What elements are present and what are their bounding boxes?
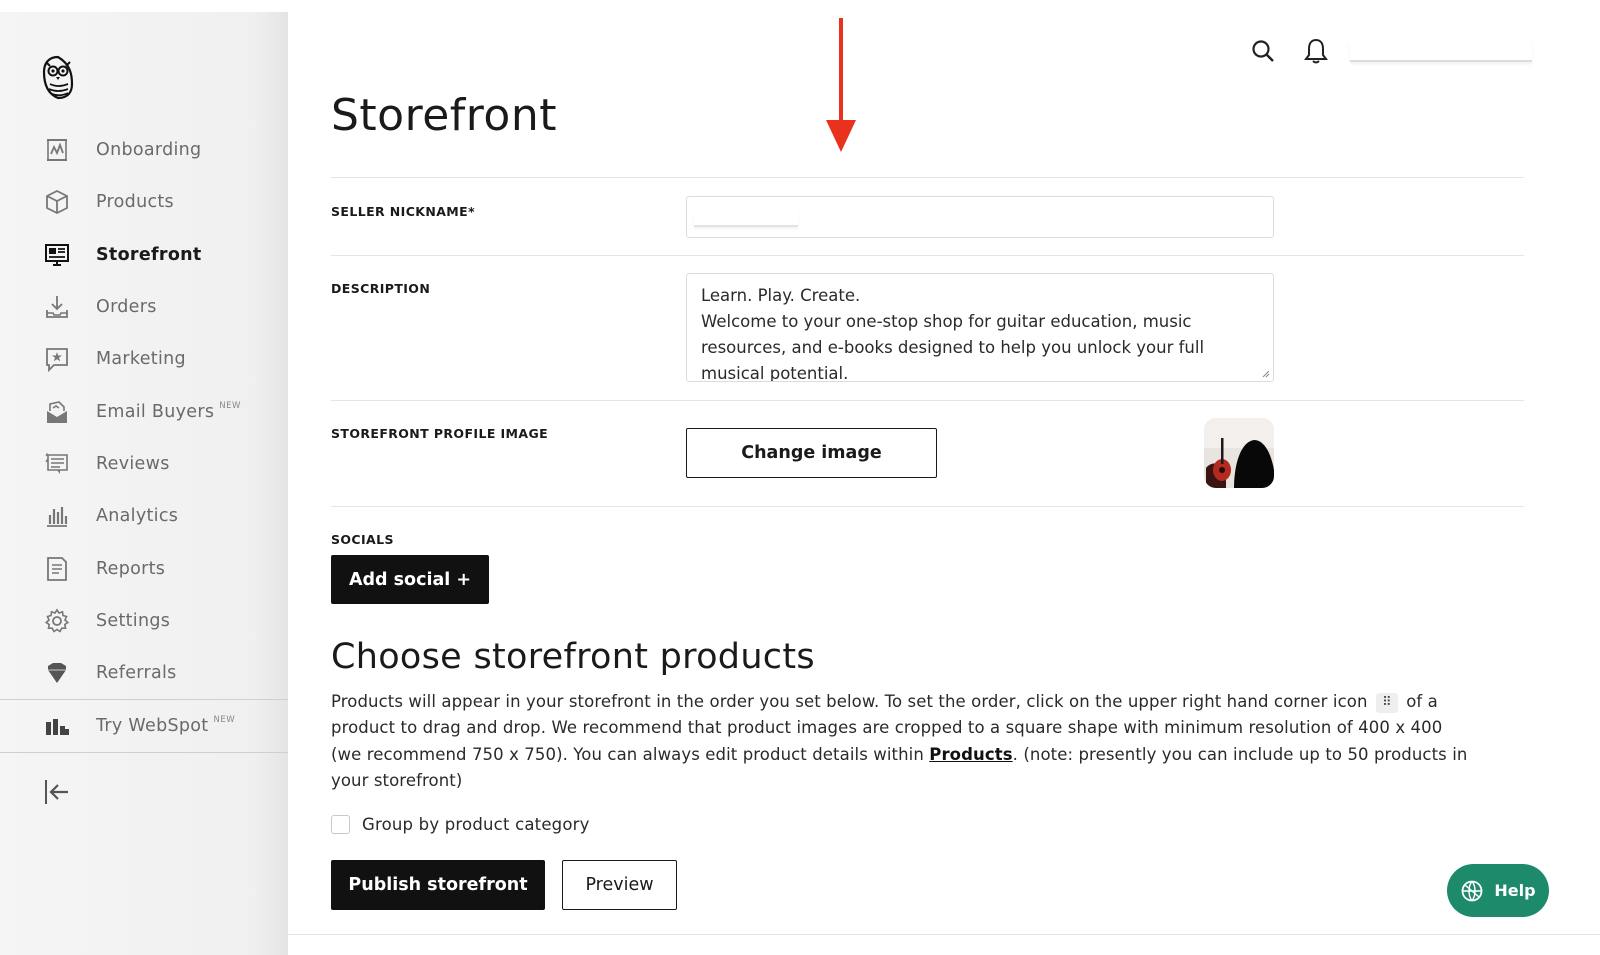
sidebar-item-settings[interactable]: Settings (0, 595, 288, 647)
group-by-category-checkbox[interactable] (331, 815, 350, 834)
publish-storefront-button[interactable]: Publish storefront (331, 860, 545, 910)
add-social-button[interactable]: Add social + (331, 555, 489, 604)
sidebar-item-label: Marketing (96, 349, 186, 370)
chart-board-icon (42, 135, 72, 165)
section-divider (331, 177, 1524, 178)
owl-logo-icon[interactable] (40, 54, 76, 100)
box-icon (42, 187, 72, 217)
sidebar-item-label: Try WebSpot (96, 716, 209, 736)
bar-chart-icon (42, 501, 72, 531)
instruction-text: Products will appear in your storefront … (331, 692, 1368, 711)
help-label: Help (1494, 881, 1536, 900)
resize-handle-icon[interactable] (1262, 370, 1270, 378)
instruction-text: (we recommend 750 x 750). You can always… (331, 744, 924, 764)
email-megaphone-icon (42, 397, 72, 427)
red-arrow-annotation (826, 18, 856, 152)
group-by-category-label: Group by product category (362, 815, 590, 834)
seller-nickname-value (694, 209, 798, 227)
sidebar: Onboarding Products Storefront Orders Ma… (0, 12, 288, 955)
sidebar-item-storefront[interactable]: Storefront (0, 229, 288, 281)
instruction-line: Products will appear in your storefront … (331, 689, 1511, 715)
profile-image-label: STOREFRONT PROFILE IMAGE (331, 426, 549, 441)
instruction-text: of a (1406, 692, 1438, 711)
description-line: Welcome to your one-stop shop for guitar… (701, 312, 1192, 331)
socials-label: SOCIALS (331, 532, 394, 547)
description-label: DESCRIPTION (331, 281, 431, 296)
sidebar-item-label: Analytics (96, 506, 179, 527)
change-image-button[interactable]: Change image (686, 428, 937, 478)
diamond-heart-icon (42, 658, 72, 688)
sidebar-item-email-buyers[interactable]: Email Buyers NEW (0, 385, 288, 437)
webspot-icon (42, 711, 72, 741)
search-icon[interactable] (1250, 38, 1276, 64)
sidebar-divider (0, 752, 288, 753)
sidebar-item-onboarding[interactable]: Onboarding (0, 124, 288, 176)
preview-button[interactable]: Preview (562, 860, 677, 910)
instruction-line: product to drag and drop. We recommend t… (331, 718, 1443, 738)
bell-icon[interactable] (1303, 37, 1329, 65)
sidebar-item-reviews[interactable]: Reviews (0, 438, 288, 490)
sidebar-item-label: Settings (96, 610, 171, 631)
star-chat-icon (42, 344, 72, 374)
gear-icon (42, 606, 72, 636)
sidebar-item-analytics[interactable]: Analytics (0, 490, 288, 542)
choose-products-title: Choose storefront products (331, 637, 815, 677)
bottom-divider (288, 934, 1600, 935)
webspot-row[interactable]: Try WebSpot NEW (0, 700, 288, 752)
group-by-category-row[interactable]: Group by product category (331, 815, 590, 834)
storefront-icon (42, 240, 72, 270)
seller-nickname-label: SELLER NICKNAME* (331, 204, 476, 219)
download-tray-icon (42, 292, 72, 322)
help-globe-icon (1462, 880, 1483, 901)
sidebar-nav: Onboarding Products Storefront Orders Ma… (0, 124, 288, 699)
sidebar-item-referrals[interactable]: Referrals (0, 647, 288, 699)
sidebar-item-label: Referrals (96, 663, 177, 684)
profile-image (1204, 418, 1274, 488)
description-line: musical potential. (701, 364, 849, 382)
new-badge: NEW (213, 715, 236, 725)
instruction-text: . (note: presently you can include up to… (1012, 744, 1468, 764)
description-line: resources, and e-books designed to help … (701, 338, 1205, 357)
sidebar-item-reports[interactable]: Reports (0, 542, 288, 594)
reviews-list-icon (42, 449, 72, 479)
drag-handle-icon: ⠿ (1375, 692, 1398, 713)
sidebar-item-label: Email Buyers (96, 401, 215, 422)
sidebar-item-marketing[interactable]: Marketing (0, 333, 288, 385)
sidebar-item-label: Orders (96, 297, 157, 318)
description-textarea[interactable]: Learn. Play. Create. Welcome to your one… (686, 273, 1274, 382)
instruction-line: your storefront) (331, 770, 463, 790)
section-divider (331, 506, 1524, 507)
sidebar-item-webspot[interactable]: Try WebSpot NEW (0, 700, 288, 752)
document-icon (42, 554, 72, 584)
instruction-line: (we recommend 750 x 750). You can always… (331, 742, 1511, 768)
logout-icon[interactable] (42, 777, 72, 807)
page-title: Storefront (331, 90, 557, 141)
products-instructions: Products will appear in your storefront … (331, 689, 1511, 794)
sidebar-item-label: Storefront (96, 244, 202, 265)
seller-nickname-input[interactable] (686, 196, 1274, 238)
section-divider (331, 255, 1524, 256)
sidebar-item-orders[interactable]: Orders (0, 281, 288, 333)
sidebar-item-label: Reports (96, 558, 166, 579)
sidebar-item-products[interactable]: Products (0, 176, 288, 228)
user-menu[interactable] (1350, 42, 1532, 62)
sidebar-item-label: Reviews (96, 453, 170, 474)
description-line: Learn. Play. Create. (701, 286, 861, 305)
sidebar-item-label: Products (96, 192, 174, 213)
products-link[interactable]: Products (929, 745, 1012, 764)
help-button[interactable]: Help (1447, 864, 1549, 917)
sidebar-item-label: Onboarding (96, 140, 202, 161)
new-badge: NEW (219, 400, 241, 411)
section-divider (331, 400, 1524, 401)
